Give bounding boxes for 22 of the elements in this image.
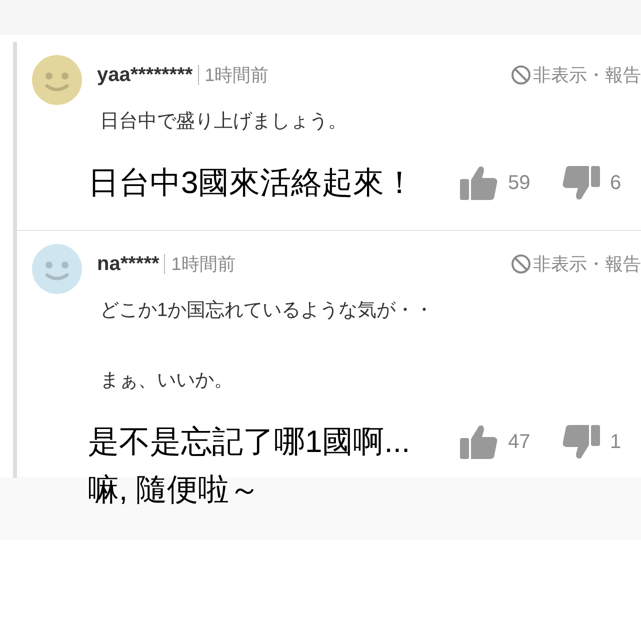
thumbs-down-icon[interactable] xyxy=(562,165,600,201)
translation-text: 嘛, 隨便啦～ xyxy=(88,471,262,509)
dislike-count: 6 xyxy=(610,172,622,194)
thumbs-down-icon[interactable] xyxy=(562,424,600,460)
dislike-count: 1 xyxy=(610,430,622,454)
comment-text: 日台中で盛り上げましょう。 xyxy=(100,110,348,134)
post-time: 1時間前 xyxy=(198,65,269,85)
thumbs-up-icon[interactable] xyxy=(460,424,498,460)
comment-text: どこか1か国忘れているような気が・・ xyxy=(100,298,435,323)
block-icon xyxy=(511,65,531,85)
block-icon xyxy=(511,254,531,274)
like-count: 59 xyxy=(508,172,532,194)
comment-text: まぁ、いいか。 xyxy=(100,369,234,393)
like-count: 47 xyxy=(508,430,532,454)
translation-text: 日台中3國來活絡起來！ xyxy=(88,164,416,202)
post-time: 1時間前 xyxy=(164,254,236,274)
hide-report-link[interactable]: 非表示・報告 xyxy=(511,63,641,87)
hide-report-link[interactable]: 非表示・報告 xyxy=(511,252,641,276)
translation-text: 是不是忘記了哪1國啊... xyxy=(88,423,412,461)
username: yaa******** xyxy=(97,64,193,87)
thumbs-up-icon[interactable] xyxy=(460,165,498,201)
username: na***** xyxy=(97,253,160,276)
